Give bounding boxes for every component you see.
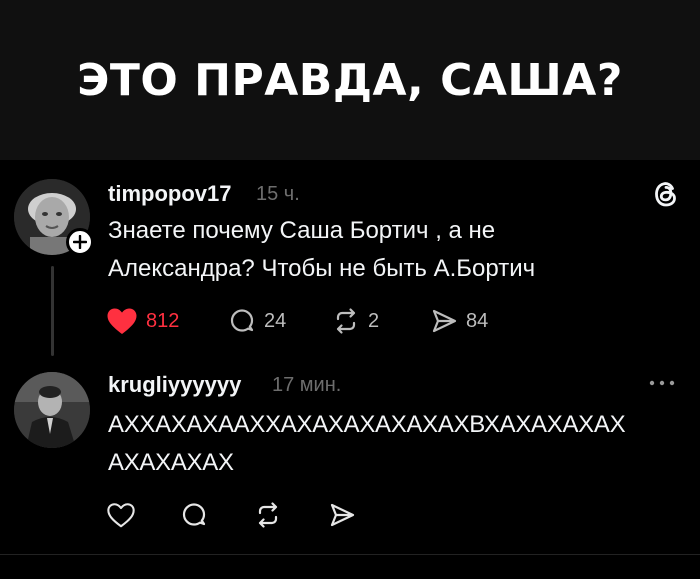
post-text: Знаете почему Саша Бортич , а не Алексан… [108,212,535,288]
post-text-line-2: Александра? Чтобы не быть А.Бортич [108,255,536,282]
headline-text: ЭТО ПРАВДА, САША? [77,54,623,106]
repost-icon [332,307,360,335]
reply-timestamp: 17 мин. [272,374,342,396]
post-author-username[interactable]: timpopov17 [108,181,231,207]
heart-icon [106,501,136,529]
follow-plus-icon[interactable] [66,228,94,256]
post-timestamp: 15 ч. [256,183,300,205]
comment-count: 24 [264,309,287,332]
divider [0,554,700,555]
reply-text-line-1: АХХАХАХААХХАХАХАХАХАХАХВХАХАХАХАХ [108,411,626,438]
threads-logo-icon[interactable] [650,178,682,210]
repost-icon [254,501,282,529]
reply-comment-button[interactable] [180,501,208,529]
share-icon [328,501,356,529]
reply-text: АХХАХАХААХХАХАХАХАХАХАХВХАХАХАХАХ АХАХАХ… [108,406,626,482]
post-text-line-1: Знаете почему Саша Бортич , а не [108,217,496,244]
comment-icon [228,307,256,335]
reply-text-line-2: АХАХАХАХ [108,449,234,476]
like-button[interactable]: 812 [106,307,179,335]
repost-count: 2 [368,309,380,332]
heart-filled-icon [106,307,138,335]
reply-author-username[interactable]: kruglіyyyyyy [108,372,241,398]
reply-like-button[interactable] [106,501,136,529]
share-icon [430,307,458,335]
reply-share-button[interactable] [328,501,356,529]
comment-icon [180,501,208,529]
more-options-icon[interactable] [648,378,676,388]
comment-button[interactable]: 24 [228,307,286,335]
repost-button[interactable]: 2 [332,307,379,335]
share-button[interactable]: 84 [430,307,488,335]
threads-feed: timpopov17 15 ч. Знаете почему Саша Борт… [0,160,700,579]
avatar-kruglіyyyyyy[interactable] [14,372,90,448]
reply-repost-button[interactable] [254,501,282,529]
share-count: 84 [466,309,489,332]
like-count: 812 [146,309,180,332]
thread-connector-line [51,266,54,356]
headline-banner: ЭТО ПРАВДА, САША? [0,0,700,160]
